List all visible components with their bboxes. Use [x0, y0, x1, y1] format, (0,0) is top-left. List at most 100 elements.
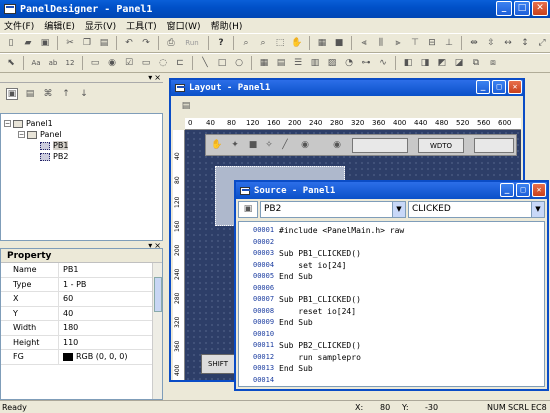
line-icon[interactable]: ╲ [198, 56, 212, 70]
run-button[interactable]: Run [181, 36, 203, 50]
maximize-button[interactable]: □ [492, 80, 506, 94]
move-up-icon[interactable]: ↑ [60, 88, 72, 100]
wdt-button[interactable]: WDTO [418, 138, 464, 153]
code-editor[interactable]: 00001 #include <PanelMain.h> raw 00002 00… [238, 221, 545, 387]
maximize-button[interactable]: □ [516, 183, 530, 197]
property-row[interactable]: Width 180 [1, 321, 162, 336]
collapse-icon[interactable]: − [18, 131, 25, 138]
tree-item-panel1[interactable]: − Panel1 [4, 118, 159, 129]
shift-button[interactable]: SHIFT [201, 354, 235, 374]
hand-icon[interactable]: ✋ [290, 36, 304, 50]
maximize-button[interactable]: □ [514, 1, 530, 16]
cut-icon[interactable]: ✂ [63, 36, 77, 50]
chevron-down-icon[interactable]: ▼ [392, 201, 405, 217]
collapse-icon[interactable]: − [4, 120, 11, 127]
space-v-icon[interactable]: ⇳ [484, 36, 498, 50]
radio-icon[interactable]: ◉ [105, 56, 119, 70]
close-button[interactable]: ✕ [532, 1, 548, 16]
layer-2-icon[interactable]: ◨ [418, 56, 432, 70]
panel-icon[interactable]: ▣ [238, 200, 258, 218]
property-row[interactable]: Name PB1 [1, 263, 162, 278]
menu-view[interactable]: 显示(V) [85, 19, 116, 32]
scroll-thumb[interactable] [154, 277, 162, 312]
help-icon[interactable]: ? [214, 36, 228, 50]
space-h-icon[interactable]: ⇹ [467, 36, 481, 50]
pen-icon[interactable]: ╱ [278, 138, 292, 152]
radio-icon[interactable]: ◉ [298, 138, 312, 152]
zoom-out-icon[interactable]: ⌕ [256, 36, 270, 50]
align-bottom-icon[interactable]: ⊥ [442, 36, 456, 50]
close-button[interactable]: ✕ [532, 183, 546, 197]
label-icon[interactable]: Aa [29, 56, 43, 70]
property-row[interactable]: Y 40 [1, 306, 162, 321]
panel-control-strip[interactable]: ✋ ✦ ■ ✧ ╱ ◉ ◉ WDTO [205, 134, 517, 156]
radio-icon[interactable]: ◉ [330, 138, 344, 152]
same-height-icon[interactable]: ↕ [518, 36, 532, 50]
close-button[interactable]: ✕ [508, 80, 522, 94]
trend-icon[interactable]: ∿ [376, 56, 390, 70]
bar-icon[interactable]: ▥ [308, 56, 322, 70]
slider-icon[interactable]: ⊶ [359, 56, 373, 70]
tree-item-panel[interactable]: − Panel [4, 129, 159, 140]
text-icon[interactable]: ab [46, 56, 60, 70]
property-row[interactable]: Type 1 - PB [1, 277, 162, 292]
tree-item-pb1[interactable]: PB1 [4, 140, 159, 151]
menu-window[interactable]: 窗口(W) [167, 19, 201, 32]
frame-icon[interactable]: ▭ [88, 56, 102, 70]
menu-help[interactable]: 帮助(H) [211, 19, 243, 32]
meter-icon[interactable]: ◔ [342, 56, 356, 70]
layer-3-icon[interactable]: ◩ [435, 56, 449, 70]
pane-close-icon[interactable]: × [154, 73, 161, 82]
align-middle-icon[interactable]: ⊟ [425, 36, 439, 50]
select-icon[interactable]: ⬚ [273, 36, 287, 50]
property-row[interactable]: FG RGB (0, 0, 0) [1, 350, 162, 365]
same-width-icon[interactable]: ↔ [501, 36, 515, 50]
event-select[interactable]: CLICKED ▼ [408, 200, 545, 218]
save-icon[interactable]: ▣ [38, 36, 52, 50]
tree-view-icon[interactable]: ⌘ [42, 88, 54, 100]
move-down-icon[interactable]: ↓ [78, 88, 90, 100]
open-folder-icon[interactable]: ▰ [21, 36, 35, 50]
stop-icon[interactable]: ■ [246, 138, 260, 152]
object-select[interactable]: PB2 ▼ [260, 200, 406, 218]
property-row[interactable]: X 60 [1, 292, 162, 307]
layout-title-bar[interactable]: Layout - Panel1 _ □ ✕ [171, 80, 523, 96]
pointer-icon[interactable]: ⬉ [4, 56, 18, 70]
tree-item-pb2[interactable]: PB2 [4, 151, 159, 162]
image-icon[interactable]: ▦ [257, 56, 271, 70]
new-file-icon[interactable]: ▯ [4, 36, 18, 50]
app-title-bar[interactable]: PanelDesigner - Panel1 _ □ ✕ [0, 0, 550, 18]
page-icon[interactable]: ▤ [179, 99, 193, 113]
menu-edit[interactable]: 编辑(E) [44, 19, 75, 32]
menu-tools[interactable]: 工具(T) [126, 19, 157, 32]
value-button[interactable] [474, 138, 514, 153]
pin-icon[interactable]: ▾ [148, 73, 152, 82]
snap-icon[interactable]: ■ [332, 36, 346, 50]
checkbox-icon[interactable]: ☑ [122, 56, 136, 70]
zoom-icon[interactable]: ⌕ [239, 36, 253, 50]
ellipse-icon[interactable]: ○ [232, 56, 246, 70]
same-size-icon[interactable]: ⤢ [535, 36, 549, 50]
blank-button[interactable] [352, 138, 408, 153]
align-center-icon[interactable]: ⫼ [374, 36, 388, 50]
button-icon[interactable]: ▭ [139, 56, 153, 70]
switch-icon[interactable]: ⊏ [173, 56, 187, 70]
lamp-icon[interactable]: ◌ [156, 56, 170, 70]
layer-1-icon[interactable]: ◧ [401, 56, 415, 70]
minimize-button[interactable]: _ [500, 183, 514, 197]
layer-4-icon[interactable]: ◪ [452, 56, 466, 70]
minimize-button[interactable]: _ [496, 1, 512, 16]
number-icon[interactable]: 12 [63, 56, 77, 70]
chevron-down-icon[interactable]: ▼ [531, 201, 544, 217]
menu-file[interactable]: 文件(F) [4, 19, 34, 32]
copy-icon[interactable]: ❐ [80, 36, 94, 50]
group-icon[interactable]: ⧉ [469, 56, 483, 70]
align-right-icon[interactable]: ⫸ [391, 36, 405, 50]
list-icon[interactable]: ☰ [291, 56, 305, 70]
align-top-icon[interactable]: ⊤ [408, 36, 422, 50]
table-icon[interactable]: ▤ [274, 56, 288, 70]
property-scrollbar[interactable] [152, 263, 162, 399]
redo-icon[interactable]: ↷ [139, 36, 153, 50]
grid-icon[interactable]: ▦ [315, 36, 329, 50]
align-left-icon[interactable]: ⫷ [357, 36, 371, 50]
